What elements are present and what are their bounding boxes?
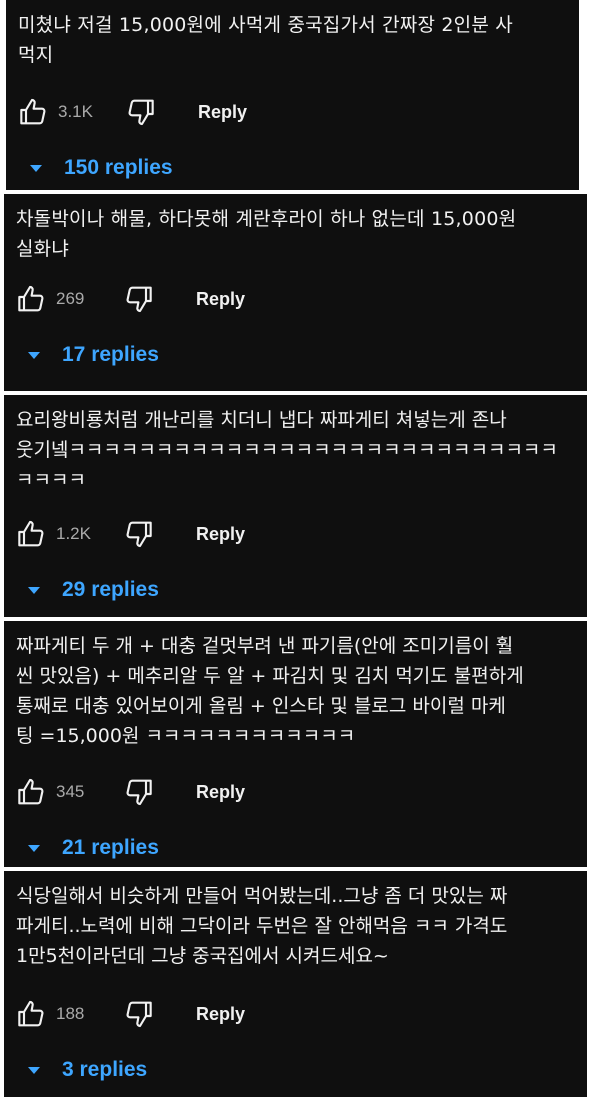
thumbs-down-icon[interactable] — [122, 776, 154, 808]
caret-down-icon — [28, 1067, 40, 1074]
thumbs-up-icon[interactable] — [16, 998, 48, 1030]
reply-button[interactable]: Reply — [196, 1004, 245, 1025]
thumbs-up-icon[interactable] — [16, 776, 48, 808]
thumbs-up-icon[interactable] — [16, 283, 48, 315]
comment-card: 식당일해서 비슷하게 만들어 먹어봤는데..그냥 좀 더 맛있는 짜 파게티..… — [4, 871, 587, 1097]
reply-button[interactable]: Reply — [196, 289, 245, 310]
comment-actions: 345 Reply — [16, 775, 245, 809]
like-count: 1.2K — [56, 524, 91, 543]
thumbs-down-icon[interactable] — [122, 283, 154, 315]
comment-actions: 1.2K Reply — [16, 517, 245, 551]
comment-text: 짜파게티 두 개 + 대충 겉멋부려 낸 파기름(안에 조미기름이 훨 씬 맛있… — [16, 635, 524, 747]
view-replies-button[interactable]: 17 replies — [26, 340, 159, 370]
view-replies-button[interactable]: 21 replies — [26, 833, 159, 863]
comment-text: 식당일해서 비슷하게 만들어 먹어봤는데..그냥 좀 더 맛있는 짜 파게티..… — [16, 885, 508, 967]
like-count: 269 — [56, 289, 85, 308]
view-replies-button[interactable]: 29 replies — [26, 575, 159, 605]
reply-button[interactable]: Reply — [198, 102, 247, 123]
like-count: 3.1K — [58, 102, 93, 121]
like-count: 345 — [56, 782, 85, 801]
comment-card: 요리왕비룡처럼 개난리를 치더니 냅다 짜파게티 쳐넣는게 존나 웃기넼ㅋㅋㅋㅋ… — [4, 395, 587, 617]
replies-count: 3 replies — [62, 1058, 148, 1081]
thumbs-down-icon[interactable] — [124, 96, 156, 128]
thumbs-down-icon[interactable] — [122, 518, 154, 550]
replies-count: 29 replies — [62, 578, 159, 601]
replies-count: 150 replies — [64, 156, 173, 179]
comment-actions: 269 Reply — [16, 282, 245, 316]
comment-actions: 3.1K Reply — [18, 95, 247, 129]
comment-card: 차돌박이나 해물, 하다못해 계란후라이 하나 없는데 15,000원 실화냐 … — [4, 194, 587, 391]
caret-down-icon — [28, 587, 40, 594]
comment-actions: 188 Reply — [16, 997, 245, 1031]
comment-text: 차돌박이나 해물, 하다못해 계란후라이 하나 없는데 15,000원 실화냐 — [16, 208, 517, 260]
comment-text: 미쳤냐 저걸 15,000원에 사먹게 중국집가서 간짜장 2인분 사 먹지 — [18, 14, 513, 66]
thumbs-up-icon[interactable] — [16, 518, 48, 550]
comment-card: 짜파게티 두 개 + 대충 겉멋부려 낸 파기름(안에 조미기름이 훨 씬 맛있… — [4, 621, 587, 867]
comment-text: 요리왕비룡처럼 개난리를 치더니 냅다 짜파게티 쳐넣는게 존나 웃기넼ㅋㅋㅋㅋ… — [16, 409, 558, 491]
reply-button[interactable]: Reply — [196, 782, 245, 803]
replies-count: 17 replies — [62, 343, 159, 366]
view-replies-button[interactable]: 3 replies — [26, 1055, 147, 1085]
caret-down-icon — [30, 165, 42, 172]
replies-count: 21 replies — [62, 836, 159, 859]
comment-card: 미쳤냐 저걸 15,000원에 사먹게 중국집가서 간짜장 2인분 사 먹지 3… — [6, 0, 579, 190]
like-count: 188 — [56, 1004, 85, 1023]
view-replies-button[interactable]: 150 replies — [28, 153, 173, 183]
thumbs-down-icon[interactable] — [122, 998, 154, 1030]
caret-down-icon — [28, 352, 40, 359]
thumbs-up-icon[interactable] — [18, 96, 50, 128]
reply-button[interactable]: Reply — [196, 524, 245, 545]
caret-down-icon — [28, 845, 40, 852]
